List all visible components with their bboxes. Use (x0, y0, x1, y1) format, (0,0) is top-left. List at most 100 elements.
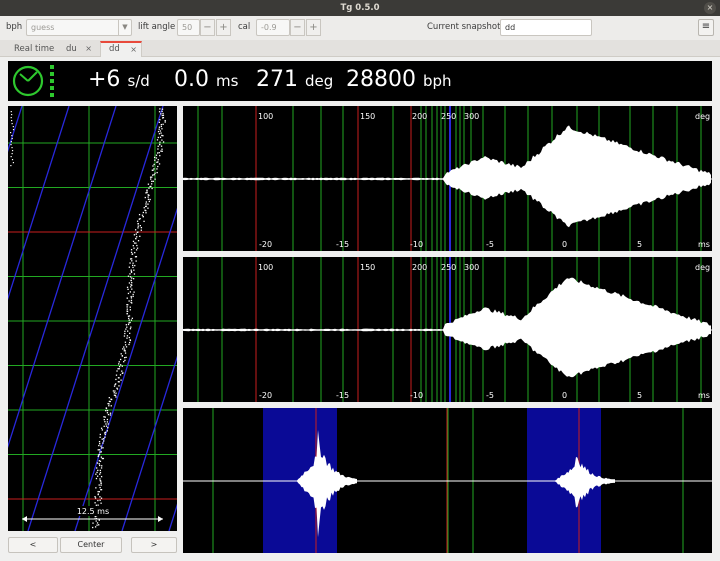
menu-button[interactable]: ≡ (698, 19, 714, 36)
strip-dot (125, 356, 127, 358)
strip-dot (156, 152, 159, 154)
beat-error-unit: ms (216, 72, 239, 90)
strip-dot (128, 341, 131, 344)
lift-angle-increment-button[interactable]: + (216, 19, 231, 36)
strip-dot (125, 324, 127, 326)
scroll-left-button[interactable]: < (8, 537, 58, 553)
ms-tick-label: -5 (486, 391, 494, 400)
close-window-icon[interactable]: × (704, 2, 716, 14)
ms-unit-label: ms (698, 391, 710, 400)
ms-tick-label: 5 (637, 391, 642, 400)
strip-dot (138, 213, 141, 216)
strip-dot (103, 418, 105, 421)
cal-decrement-button[interactable]: − (290, 19, 305, 36)
strip-dot (129, 339, 131, 341)
lift-angle-decrement-button[interactable]: − (200, 19, 215, 36)
strip-dot (128, 315, 131, 317)
strip-dot (135, 260, 137, 262)
strip-dot (160, 150, 162, 152)
strip-dot (127, 292, 130, 295)
strip-dot (110, 398, 112, 400)
strip-dot (160, 145, 163, 147)
strip-dot (161, 110, 163, 113)
scroll-right-button[interactable]: > (131, 537, 177, 553)
ms-tick-label: -10 (410, 240, 423, 249)
strip-dot (113, 385, 116, 387)
strip-dot (151, 183, 153, 185)
strip-dot (12, 126, 14, 128)
center-button[interactable]: Center (60, 537, 122, 553)
strip-dot (154, 159, 156, 161)
strip-dot (100, 484, 102, 486)
strip-dot (123, 356, 126, 359)
ms-tick-label: -10 (410, 391, 423, 400)
strip-dot (134, 256, 137, 258)
window-title: Tg 0.5.0 (340, 3, 380, 13)
strip-dot (130, 286, 132, 288)
strip-dot (130, 251, 133, 254)
strip-dot (136, 231, 138, 234)
strip-dot (136, 247, 139, 249)
snapshot-name-input[interactable]: dd (500, 19, 592, 36)
deg-tick-label: 200 (412, 263, 427, 272)
strip-dot (104, 416, 106, 418)
strip-dot (162, 123, 164, 125)
strip-dot (132, 295, 134, 298)
strip-dot (108, 400, 111, 403)
beat-error-value: 0.0 (174, 67, 209, 92)
strip-dot (94, 497, 97, 499)
strip-dot (157, 145, 159, 147)
lift-angle-field[interactable]: 50 (177, 19, 200, 36)
strip-dot (147, 183, 150, 185)
strip-dot (129, 276, 132, 278)
strip-dot (102, 447, 104, 449)
close-tab-icon[interactable]: × (130, 43, 137, 56)
close-tab-icon[interactable]: × (85, 41, 92, 57)
strip-dot (130, 269, 132, 271)
bph-dropdown[interactable]: guess ▼ (26, 19, 132, 36)
strip-dot (124, 359, 126, 361)
strip-dot (103, 438, 105, 440)
deg-tick-label: 200 (412, 112, 427, 121)
cal-label: cal (238, 22, 251, 32)
strip-dot (95, 487, 97, 489)
ms-unit-label: ms (698, 240, 710, 249)
strip-dot (152, 165, 154, 167)
cal-increment-button[interactable]: + (306, 19, 321, 36)
strip-dot (10, 141, 12, 143)
tab-dd[interactable]: dd × (100, 41, 142, 57)
strip-dot (127, 323, 130, 326)
strip-dot (129, 328, 132, 330)
strip-dot (11, 159, 14, 161)
strip-dot (99, 479, 101, 482)
strip-dot (132, 245, 134, 247)
strip-dot (106, 430, 108, 432)
strip-dot (148, 200, 150, 203)
strip-dot (148, 194, 150, 197)
strip-dot (142, 211, 145, 214)
strip-dot (98, 453, 101, 456)
strip-dot (155, 154, 158, 156)
strip-dot (124, 344, 127, 346)
strip-dot (137, 227, 139, 229)
strip-dot (153, 174, 155, 176)
strip-dot (134, 251, 136, 254)
strip-dot (10, 117, 12, 119)
tab-real-time[interactable]: Real time (8, 41, 56, 57)
snapshot-label: Current snapshot: (427, 22, 504, 32)
strip-dot (126, 308, 128, 310)
strip-dot (161, 150, 163, 152)
strip-dot (115, 378, 117, 381)
strip-dot (11, 114, 13, 116)
bph-label: bph (6, 22, 23, 32)
strip-dot (144, 196, 146, 199)
strip-dot (94, 496, 96, 498)
amplitude-unit: deg (305, 72, 334, 90)
strip-dot (132, 264, 134, 267)
strip-dot (124, 352, 127, 354)
tab-du[interactable]: du × (58, 41, 96, 57)
paperstrip-panel[interactable]: 12.5 ms (8, 106, 177, 531)
strip-dot (151, 187, 153, 190)
cal-field[interactable]: -0.9 (256, 19, 290, 36)
strip-dot (160, 125, 163, 128)
